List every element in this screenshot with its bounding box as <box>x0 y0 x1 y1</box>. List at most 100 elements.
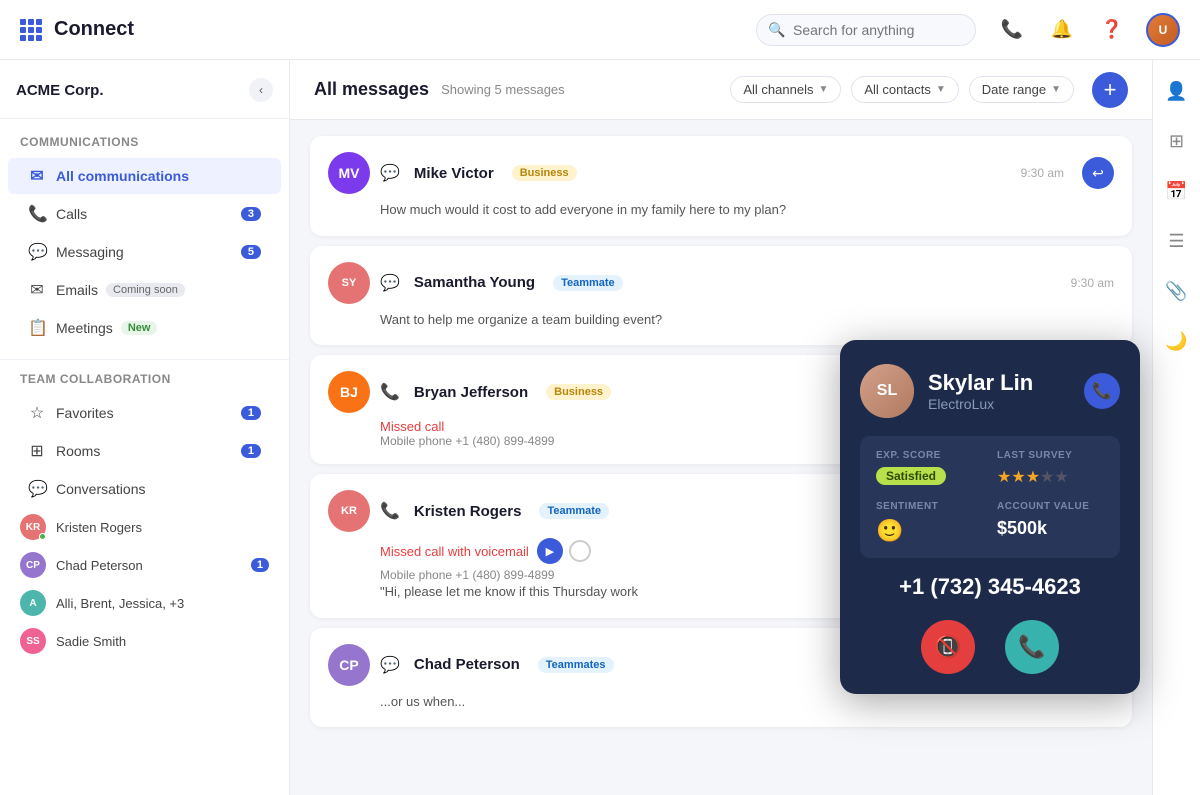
avatar-mike-victor: MV <box>328 152 370 194</box>
exp-score-label: EXP. SCORE <box>876 450 983 461</box>
message-time: 9:30 am <box>1071 276 1114 290</box>
conversations-icon: 💬 <box>28 479 46 499</box>
caller-phone-number: +1 (732) 345-4623 <box>860 574 1120 600</box>
search-bar[interactable]: 🔍 <box>756 14 976 46</box>
filter-all-contacts[interactable]: All contacts ▼ <box>851 76 958 103</box>
sender-name: Samantha Young <box>414 274 535 291</box>
conv-avatar-kristen: KR <box>20 514 46 540</box>
sidebar-item-meetings[interactable]: 📋 Meetings New <box>8 310 281 346</box>
conv-avatar-sadie: SS <box>20 628 46 654</box>
message-text: ...or us when... <box>380 692 1114 712</box>
caller-name: Skylar Lin <box>928 370 1033 396</box>
right-icon-clip[interactable]: 📎 <box>1162 276 1192 306</box>
avatar-samantha-young: SY <box>328 262 370 304</box>
conv-name-chad: Chad Peterson <box>56 558 143 573</box>
chevron-down-icon: ▼ <box>1051 84 1061 95</box>
voicemail-progress <box>569 540 591 562</box>
right-icon-grid[interactable]: ⊞ <box>1162 126 1192 156</box>
conv-item-chad[interactable]: CP Chad Peterson 1 <box>0 546 289 584</box>
call-card-overlay: SL Skylar Lin ElectroLux 📞 EXP. SCORE Sa… <box>840 340 1140 694</box>
message-card-samantha-young[interactable]: SY 💬 Samantha Young Teammate 9:30 am Wan… <box>310 246 1132 346</box>
left-sidebar: ACME Corp. ‹ Communications ✉ All commun… <box>0 60 290 795</box>
sender-tag: Teammates <box>538 657 614 673</box>
center-wrapper: All messages Showing 5 messages All chan… <box>290 60 1200 795</box>
right-icon-moon[interactable]: 🌙 <box>1162 326 1192 356</box>
sidebar-item-emails[interactable]: ✉ Emails Coming soon <box>8 272 281 308</box>
topbar-icons: 📞 🔔 ❓ U <box>996 13 1180 47</box>
call-card-stats: EXP. SCORE Satisfied LAST SURVEY ★★★★★ S… <box>860 436 1120 558</box>
sidebar-item-all-communications[interactable]: ✉ All communications <box>8 158 281 194</box>
message-card-mike-victor[interactable]: MV 💬 Mike Victor Business 9:30 am ↩ How … <box>310 136 1132 236</box>
phone-icon: 📞 <box>380 501 400 521</box>
call-card-profile: SL Skylar Lin ElectroLux 📞 <box>860 364 1120 418</box>
call-action-buttons: 📵 📞 <box>860 620 1120 674</box>
phone-icon-button[interactable]: 📞 <box>996 14 1028 46</box>
filter-all-channels[interactable]: All channels ▼ <box>730 76 841 103</box>
sender-name: Bryan Jefferson <box>414 384 528 401</box>
rooms-badge: 1 <box>241 444 261 458</box>
decline-call-button[interactable]: 📵 <box>921 620 975 674</box>
sidebar-item-conversations[interactable]: 💬 Conversations <box>8 471 281 507</box>
sidebar-item-calls[interactable]: 📞 Calls 3 <box>8 196 281 232</box>
survey-stars: ★★★★★ <box>997 467 1104 487</box>
grid-icon <box>20 19 42 41</box>
sidebar-item-label: Calls <box>56 206 87 222</box>
sender-name: Mike Victor <box>414 165 494 182</box>
call-card-avatar: SL <box>860 364 914 418</box>
filter-bar: All channels ▼ All contacts ▼ Date range… <box>730 72 1128 108</box>
sidebar-item-label: Emails <box>56 282 98 298</box>
right-icon-list[interactable]: ☰ <box>1162 226 1192 256</box>
emails-icon: ✉ <box>28 280 46 300</box>
sender-tag: Business <box>512 165 577 181</box>
search-input[interactable] <box>756 14 976 46</box>
sidebar-company: ACME Corp. ‹ <box>0 78 289 119</box>
conv-item-sadie[interactable]: SS Sadie Smith <box>0 622 289 660</box>
messaging-icon: 💬 <box>28 242 46 262</box>
right-sidebar: 👤 ⊞ 📅 ☰ 📎 🌙 <box>1152 60 1200 795</box>
message-time: 9:30 am <box>1021 166 1064 180</box>
messaging-badge: 5 <box>241 245 261 259</box>
right-icon-calendar[interactable]: 📅 <box>1162 176 1192 206</box>
call-action-icon[interactable]: 📞 <box>1084 373 1120 409</box>
play-button[interactable]: ▶ <box>537 538 563 564</box>
collapse-button[interactable]: ‹ <box>249 78 273 102</box>
add-button[interactable]: + <box>1092 72 1128 108</box>
center-header: All messages Showing 5 messages All chan… <box>290 60 1152 120</box>
sidebar-item-messaging[interactable]: 💬 Messaging 5 <box>8 234 281 270</box>
sidebar-item-favorites[interactable]: ☆ Favorites 1 <box>8 395 281 431</box>
reply-button[interactable]: ↩ <box>1082 157 1114 189</box>
avatar-chad-peterson: CP <box>328 644 370 686</box>
sidebar-item-label: Messaging <box>56 244 124 260</box>
conv-item-group[interactable]: A Alli, Brent, Jessica, +3 <box>0 584 289 622</box>
bell-icon-button[interactable]: 🔔 <box>1046 14 1078 46</box>
sender-tag: Business <box>546 384 611 400</box>
conv-name-group: Alli, Brent, Jessica, +3 <box>56 596 184 611</box>
account-value: $500k <box>997 518 1104 539</box>
communications-section-title: Communications <box>0 135 289 157</box>
rooms-icon: ⊞ <box>28 441 46 461</box>
app-title: Connect <box>54 18 134 41</box>
filter-date-range[interactable]: Date range ▼ <box>969 76 1074 103</box>
sidebar-item-rooms[interactable]: ⊞ Rooms 1 <box>8 433 281 469</box>
sender-name: Kristen Rogers <box>414 503 522 520</box>
sidebar-item-label: All communications <box>56 168 189 184</box>
right-icon-contact[interactable]: 👤 <box>1162 76 1192 106</box>
conv-name-kristen: Kristen Rogers <box>56 520 142 535</box>
message-icon: 💬 <box>380 163 400 183</box>
avatar-kristen-rogers: KR <box>328 490 370 532</box>
page-title: All messages <box>314 79 429 100</box>
accept-call-button[interactable]: 📞 <box>1005 620 1059 674</box>
chad-badge: 1 <box>251 558 269 572</box>
user-avatar[interactable]: U <box>1146 13 1180 47</box>
meetings-badge: New <box>121 321 158 335</box>
missed-voicemail-text: Missed call with voicemail <box>380 544 529 559</box>
sender-tag: Teammate <box>539 503 609 519</box>
app-logo: Connect <box>20 18 134 41</box>
last-survey-label: LAST SURVEY <box>997 450 1104 461</box>
exp-score-value: Satisfied <box>876 467 946 485</box>
conv-item-kristen[interactable]: KR Kristen Rogers <box>0 508 289 546</box>
company-name: ACME Corp. <box>16 82 104 99</box>
help-icon-button[interactable]: ❓ <box>1096 14 1128 46</box>
favorites-badge: 1 <box>241 406 261 420</box>
calls-badge: 3 <box>241 207 261 221</box>
